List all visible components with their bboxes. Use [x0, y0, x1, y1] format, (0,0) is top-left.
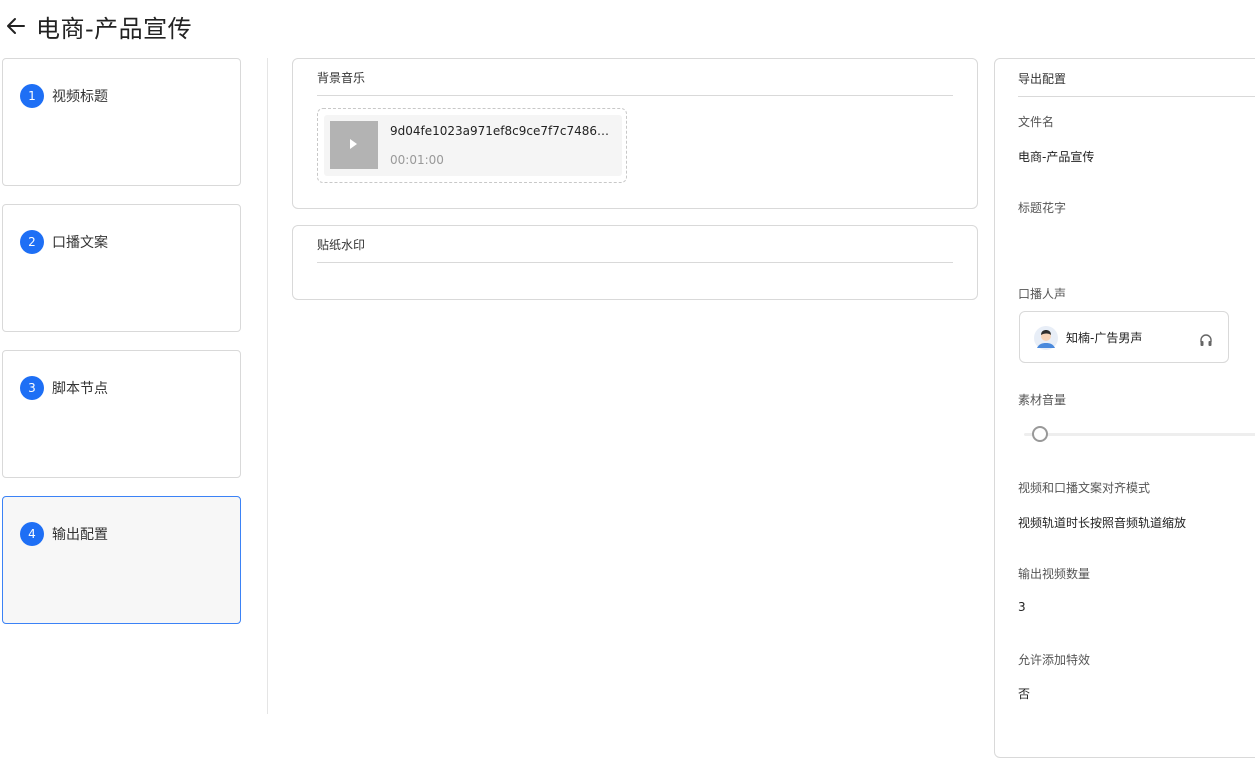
step-label: 视频标题 — [52, 89, 108, 105]
step-number: 1 — [20, 84, 44, 108]
panel-title: 贴纸水印 — [317, 238, 366, 252]
step-card-script-copy[interactable]: 2 口播文案 — [2, 204, 241, 332]
play-icon[interactable] — [350, 139, 357, 149]
sticker-watermark-panel: 贴纸水印 — [292, 225, 978, 300]
export-config-panel: 导出配置 文件名 电商-产品宣传 标题花字 口播人声 知楠-广告男声 素材音量 … — [994, 58, 1255, 758]
align-mode-label: 视频和口播文案对齐模式 — [1018, 481, 1151, 495]
effects-value: 否 — [1018, 687, 1031, 701]
step-number: 2 — [20, 230, 44, 254]
step-card-video-title[interactable]: 1 视频标题 — [2, 58, 241, 186]
step-label: 口播文案 — [52, 235, 108, 251]
output-count-label: 输出视频数量 — [1018, 567, 1091, 581]
file-name-label: 文件名 — [1018, 115, 1055, 129]
voice-label: 口播人声 — [1018, 287, 1067, 301]
voice-card[interactable]: 知楠-广告男声 — [1019, 311, 1229, 363]
page-title: 电商-产品宣传 — [36, 14, 193, 43]
column-divider — [267, 58, 268, 714]
volume-label: 素材音量 — [1018, 393, 1067, 407]
music-thumbnail[interactable] — [330, 121, 378, 169]
page-header: 电商-产品宣传 — [4, 8, 192, 44]
avatar — [1034, 326, 1058, 350]
divider — [1018, 96, 1255, 97]
divider — [317, 262, 953, 263]
effects-label: 允许添加特效 — [1018, 653, 1091, 667]
title-font-label: 标题花字 — [1018, 201, 1067, 215]
step-card-script-nodes[interactable]: 3 脚本节点 — [2, 350, 241, 478]
panel-title: 背景音乐 — [317, 71, 366, 85]
step-label: 输出配置 — [52, 527, 108, 543]
volume-slider-track[interactable] — [1024, 433, 1255, 436]
arrow-left-icon[interactable] — [4, 14, 28, 38]
volume-slider-handle[interactable] — [1032, 426, 1048, 442]
output-count-value: 3 — [1018, 600, 1026, 614]
music-duration: 00:01:00 — [390, 153, 444, 167]
align-mode-value: 视频轨道时长按照音频轨道缩放 — [1018, 516, 1187, 530]
step-card-output-config[interactable]: 4 输出配置 — [2, 496, 241, 624]
music-file-name: 9d04fe1023a971ef8c9ce7f7c7486303.wav — [390, 124, 616, 138]
music-item-body: 9d04fe1023a971ef8c9ce7f7c7486303.wav 00:… — [324, 115, 622, 176]
divider — [317, 95, 953, 96]
background-music-panel: 背景音乐 9d04fe1023a971ef8c9ce7f7c7486303.wa… — [292, 58, 978, 209]
headphone-icon[interactable] — [1199, 333, 1213, 347]
voice-name: 知楠-广告男声 — [1066, 331, 1143, 345]
music-item[interactable]: 9d04fe1023a971ef8c9ce7f7c7486303.wav 00:… — [317, 108, 627, 183]
step-label: 脚本节点 — [52, 381, 108, 397]
step-number: 3 — [20, 376, 44, 400]
step-number: 4 — [20, 522, 44, 546]
panel-title: 导出配置 — [1018, 72, 1067, 86]
file-name-value: 电商-产品宣传 — [1018, 150, 1095, 164]
